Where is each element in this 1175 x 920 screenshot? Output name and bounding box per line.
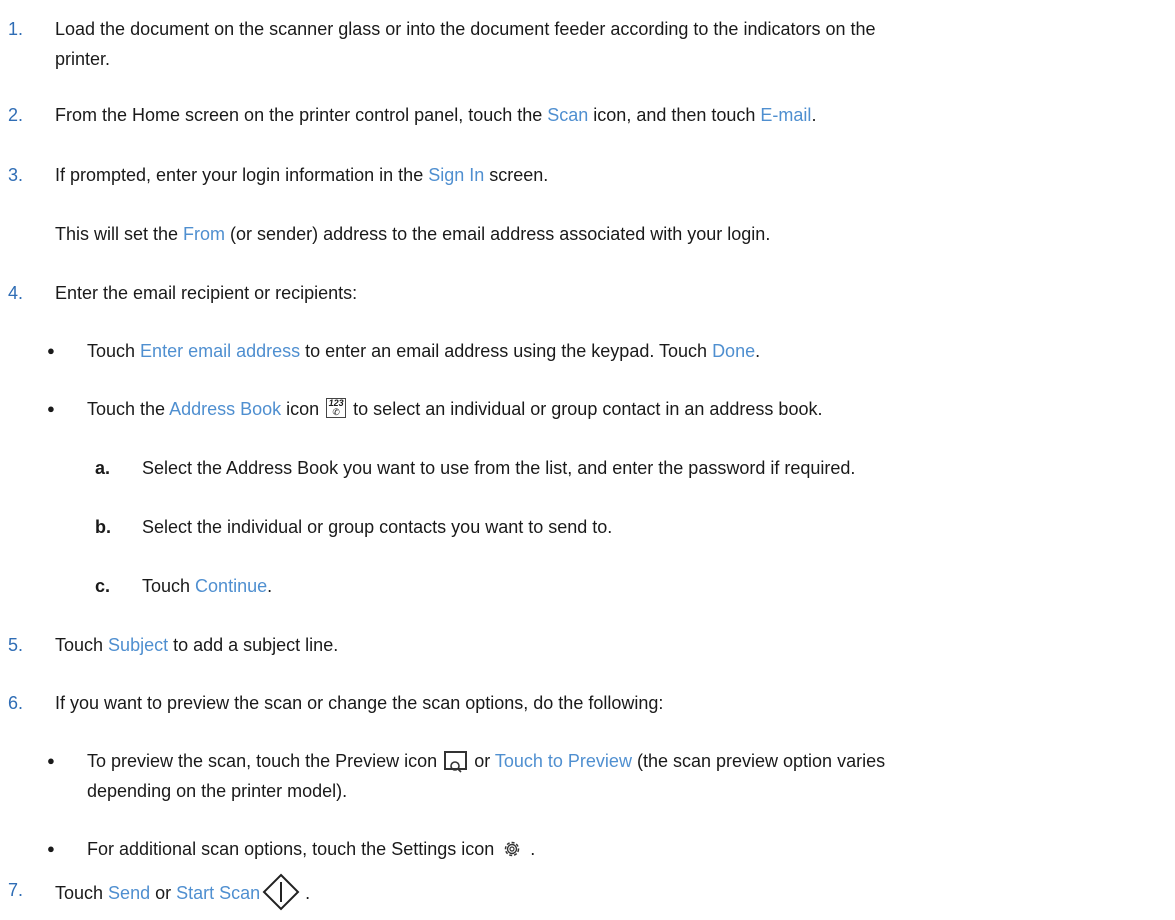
ui-term-address-book: Address Book — [169, 399, 282, 419]
bullet-dot: ● — [47, 753, 55, 768]
step-text: From the Home screen on the printer cont… — [55, 105, 817, 125]
bullet-dot: ● — [47, 401, 55, 416]
bullet-text: Touch Enter email address to enter an em… — [87, 341, 761, 361]
step-text: Enter the email recipient or recipients: — [55, 283, 358, 303]
settings-gear-icon — [502, 838, 522, 858]
ui-term-email: E-mail — [760, 105, 812, 125]
sub-letter: c. — [95, 576, 111, 596]
step-text: Touch Send or Start Scan . — [55, 873, 1168, 913]
start-scan-icon — [262, 873, 300, 911]
ui-term-subject: Subject — [108, 635, 169, 655]
bullet-text: Touch the Address Book icon 123 ✆ to sele… — [87, 398, 823, 419]
step-number: 7. — [8, 880, 24, 900]
sub-letter: b. — [95, 517, 111, 537]
step-number: 1. — [8, 19, 24, 39]
step-text: Touch Subject to add a subject line. — [55, 635, 339, 655]
step-text: If you want to preview the scan or chang… — [55, 693, 664, 713]
bullet-dot: ● — [47, 343, 55, 358]
ui-term-sign-in: Sign In — [428, 165, 485, 185]
ui-term-scan: Scan — [547, 105, 589, 125]
address-book-icon: 123 ✆ — [326, 398, 347, 419]
step-text: If prompted, enter your login informatio… — [55, 165, 549, 185]
ui-term-touch-to-preview: Touch to Preview — [494, 751, 632, 771]
ui-term-start-scan: Start Scan — [176, 882, 261, 903]
step-number: 3. — [8, 165, 24, 185]
ui-term-from: From — [183, 224, 226, 244]
ui-term-enter-email-address: Enter email address — [140, 341, 301, 361]
bullet-text: To preview the scan, touch the Preview i… — [87, 750, 886, 801]
step-number: 2. — [8, 105, 24, 125]
sub-text: Touch Continue. — [142, 576, 273, 596]
sub-text: Select the individual or group contacts … — [142, 517, 613, 537]
sub-text: Select the Address Book you want to use … — [142, 458, 856, 478]
step-number: 5. — [8, 635, 24, 655]
ui-term-continue: Continue — [195, 576, 268, 596]
preview-icon — [444, 750, 468, 773]
step-number: 6. — [8, 693, 24, 713]
sub-letter: a. — [95, 458, 111, 478]
step-text: Load the document on the scanner glass o… — [55, 19, 876, 69]
bullet-dot: ● — [47, 841, 55, 856]
bullet-text: For additional scan options, touch the S… — [87, 838, 536, 859]
ui-term-done: Done — [712, 341, 756, 361]
ui-term-send: Send — [108, 882, 151, 903]
step-number: 4. — [8, 283, 24, 303]
instructions-document: 1. Load the document on the scanner glas… — [0, 0, 1175, 911]
step-3-note: This will set the From (or sender) addre… — [55, 224, 771, 244]
